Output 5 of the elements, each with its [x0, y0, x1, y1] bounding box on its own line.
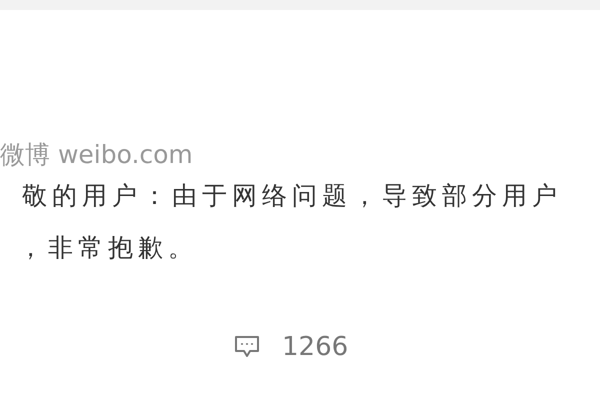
post-text: ，非常抱歉。: [17, 232, 199, 264]
comment-count: 1266: [282, 332, 348, 362]
post-source: 微博 weibo.com: [0, 140, 194, 170]
post-text: 敬的用户：由于网络问题，导致部分用户: [21, 180, 563, 212]
comment-icon[interactable]: [234, 335, 260, 359]
